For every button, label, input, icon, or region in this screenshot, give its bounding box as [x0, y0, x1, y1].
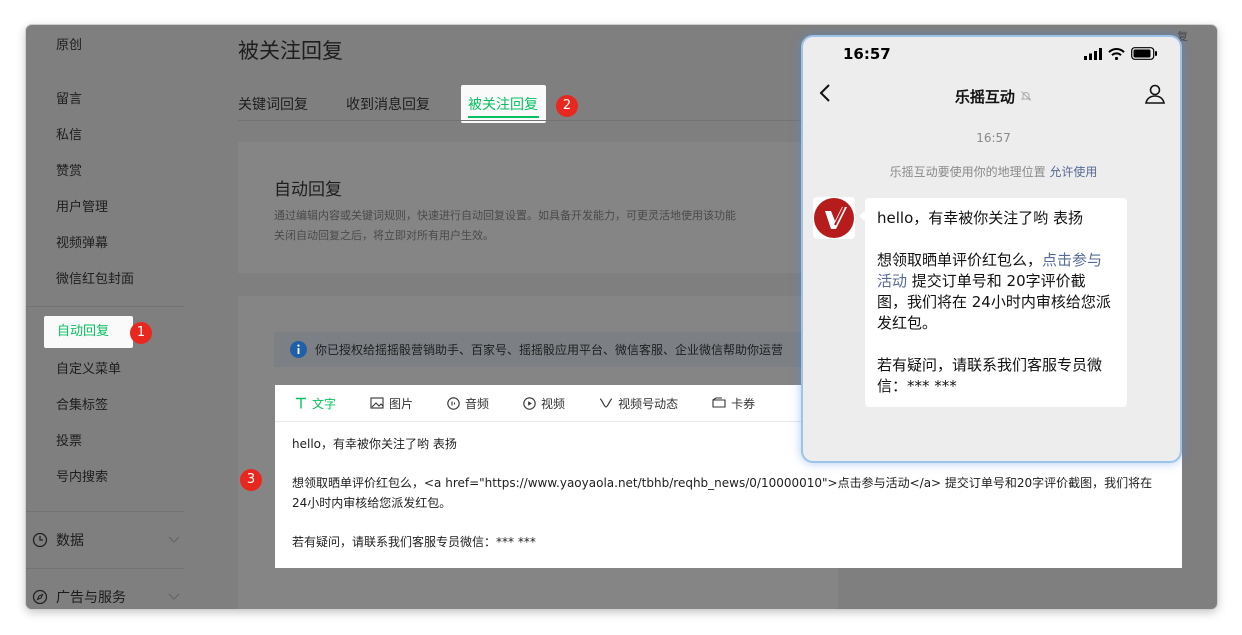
channels-icon	[599, 398, 613, 408]
sidebar-section-ads[interactable]: 广告与服务	[32, 587, 180, 607]
allow-location-link[interactable]: 允许使用	[1049, 165, 1097, 179]
sidebar-item-collection-tags[interactable]: 合集标签	[56, 397, 108, 415]
sidebar-item-appreciation[interactable]: 赞赏	[56, 163, 82, 181]
avatar	[813, 197, 855, 239]
tab-label: 视频号动态	[618, 396, 679, 411]
editor-line: 若有疑问，请联系我们客服专员微信：*** ***	[292, 535, 536, 549]
intro-desc-line: 通过编辑内容或关键词规则，快速进行自动回复设置。如具备开发能力，可更灵活地使用该…	[274, 209, 736, 222]
sidebar-item-auto-reply[interactable]: 自动回复	[44, 316, 133, 348]
intro-title: 自动回复	[274, 180, 342, 200]
tab-image[interactable]: 图片	[370, 395, 413, 412]
info-icon	[290, 341, 307, 358]
clock-icon	[32, 532, 48, 548]
image-icon	[370, 397, 384, 409]
tab-audio[interactable]: 音频	[447, 395, 489, 412]
notice-text: 你已授权给摇摇骰营销助手、百家号、摇摇骰应用平台、微信客服、企业微信帮助你运营	[315, 343, 784, 357]
intro-card: 自动回复 通过编辑内容或关键词规则，快速进行自动回复设置。如具备开发能力，可更灵…	[238, 142, 838, 273]
tab-active-indicator	[468, 116, 539, 118]
message-text: 提交订单号和 20字评价截图，我们将在 24小时内审核给您派发红包。	[877, 272, 1111, 332]
step-badge-3: 3	[240, 469, 262, 491]
editor-line: 想领取晒单评价红包么，<a href="https://www.yaoyaola…	[292, 476, 1153, 510]
tab-text[interactable]: 文字	[295, 395, 336, 412]
phone-preview: 16:57 乐摇互动 16:57 乐摇互动要使用你的地理位置 允许使用 hell…	[801, 35, 1182, 463]
sidebar-section-label: 广告与服务	[56, 590, 126, 606]
tab-message-reply[interactable]: 收到消息回复	[346, 94, 430, 114]
sidebar-item-video-danmaku[interactable]: 视频弹幕	[56, 235, 108, 253]
status-bar-time: 16:57	[843, 45, 891, 63]
step-badge-1: 1	[130, 322, 152, 344]
tab-video[interactable]: 视频	[523, 395, 565, 412]
tab-channels-post[interactable]: 视频号动态	[599, 395, 678, 412]
location-request-text: 乐摇互动要使用你的地理位置	[889, 165, 1046, 179]
tab-label: 文字	[312, 396, 337, 411]
step-badge-2: 2	[556, 95, 578, 117]
message-line: 想领取晒单评价红包么，点击参与活动 提交订单号和 20字评价截图，我们将在 24…	[877, 250, 1115, 334]
intro-desc-line: 关闭自动回复之后，将立即对所有用户生效。	[274, 229, 494, 242]
tab-label: 卡券	[731, 396, 756, 411]
app-window: 原创 留言 私信 赞赏 用户管理 视频弹幕 微信红包封面 自动回复 1 自定义菜…	[26, 25, 1217, 609]
message-text: 想领取晒单评价红包么，	[877, 251, 1043, 269]
mute-icon	[1020, 91, 1032, 101]
wifi-icon	[1108, 47, 1125, 60]
brand-logo-icon	[814, 198, 854, 238]
sidebar-item-original[interactable]: 原创	[56, 37, 82, 55]
sidebar-item-custom-menu[interactable]: 自定义菜单	[56, 361, 121, 379]
tab-label: 图片	[389, 396, 414, 411]
tab-keyword-reply[interactable]: 关键词回复	[238, 94, 308, 114]
chevron-down-icon	[168, 536, 180, 543]
tab-label: 音频	[465, 396, 490, 411]
signal-icon	[1084, 47, 1102, 60]
sidebar-item-user-management[interactable]: 用户管理	[56, 199, 108, 217]
location-request: 乐摇互动要使用你的地理位置 允许使用	[803, 163, 1180, 180]
compass-icon	[32, 589, 48, 605]
coupon-icon	[712, 397, 726, 408]
message-line: 若有疑问，请联系我们客服专员微信：*** ***	[877, 356, 1103, 395]
chat-title-text: 乐摇互动	[954, 88, 1015, 106]
sidebar-item-messages[interactable]: 私信	[56, 127, 82, 145]
audio-icon	[447, 396, 460, 410]
sidebar-section-label: 数据	[56, 533, 84, 549]
sidebar: 原创 留言 私信 赞赏 用户管理 视频弹幕 微信红包封面 自动回复 1 自定义菜…	[26, 25, 211, 609]
page-title: 被关注回复	[238, 39, 343, 63]
sidebar-divider	[26, 306, 184, 307]
intro-description: 通过编辑内容或关键词规则，快速进行自动回复设置。如具备开发能力，可更灵活地使用该…	[274, 206, 834, 246]
sidebar-item-in-account-search[interactable]: 号内搜索	[56, 469, 108, 487]
text-icon	[296, 397, 306, 409]
tab-coupon[interactable]: 卡券	[712, 395, 755, 412]
chat-timestamp: 16:57	[976, 131, 1011, 145]
status-bar-icons	[1084, 47, 1158, 60]
sidebar-divider	[26, 511, 184, 512]
play-icon	[523, 396, 536, 410]
sidebar-item-comments[interactable]: 留言	[56, 91, 82, 109]
authorization-notice: 你已授权给摇摇骰营销助手、百家号、摇摇骰应用平台、微信客服、企业微信帮助你运营	[274, 332, 834, 367]
sidebar-item-red-packet-cover[interactable]: 微信红包封面	[56, 271, 134, 289]
sidebar-divider	[26, 568, 184, 569]
message-line: hello，有幸被你关注了哟 表扬	[877, 209, 1084, 227]
battery-icon	[1131, 47, 1157, 60]
chevron-down-icon	[168, 593, 180, 600]
profile-icon[interactable]	[1144, 83, 1166, 105]
sidebar-section-data[interactable]: 数据	[32, 530, 180, 550]
sidebar-item-vote[interactable]: 投票	[56, 433, 82, 451]
message-bubble: hello，有幸被你关注了哟 表扬 想领取晒单评价红包么，点击参与活动 提交订单…	[865, 198, 1127, 407]
tab-follow-reply[interactable]: 被关注回复	[468, 94, 538, 114]
tab-label: 视频	[541, 396, 566, 411]
chat-title: 乐摇互动	[803, 86, 1180, 107]
